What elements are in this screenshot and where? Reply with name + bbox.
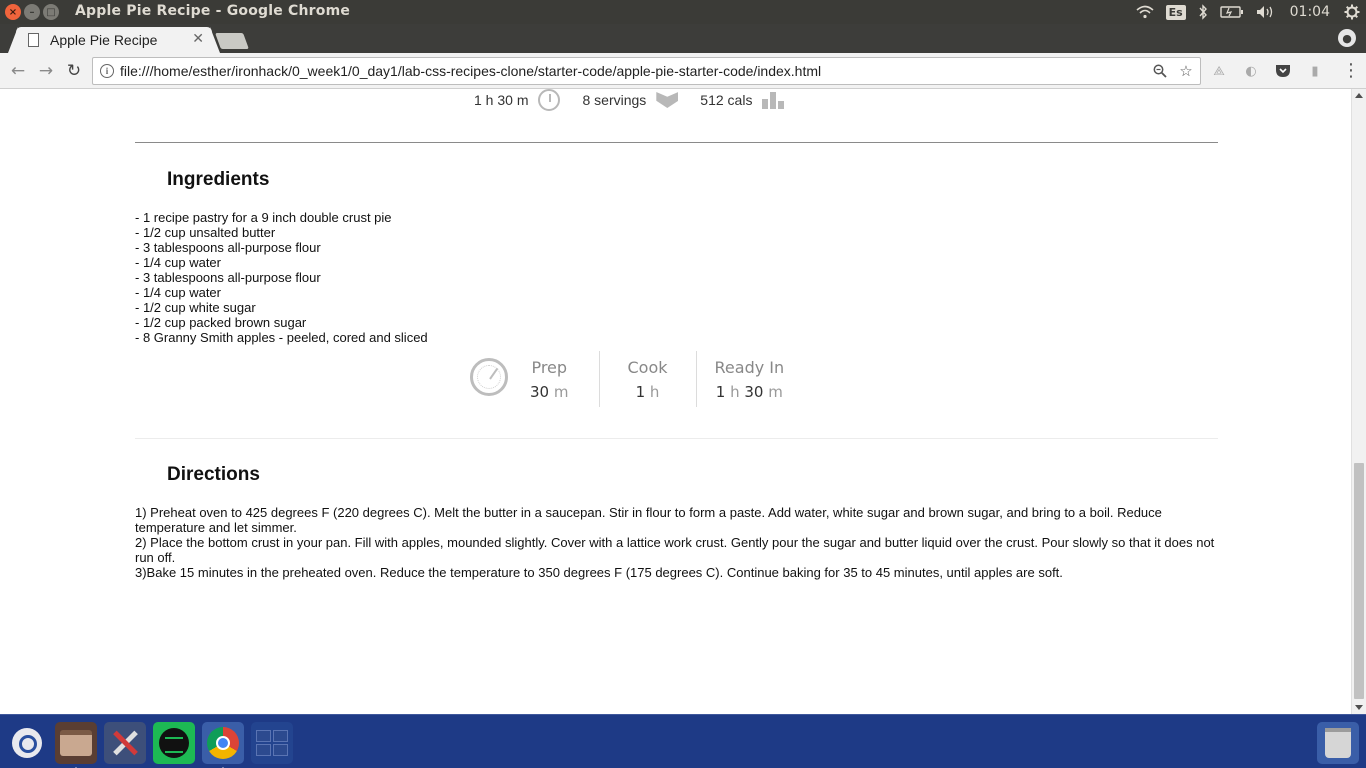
prep-number: 30	[530, 382, 550, 401]
window-titlebar: × – □ Apple Pie Recipe - Google Chrome E…	[0, 0, 1366, 24]
scroll-thumb[interactable]	[1354, 463, 1364, 699]
tab-title: Apple Pie Recipe	[50, 32, 158, 48]
volume-icon[interactable]	[1250, 0, 1282, 24]
window-controls: × – □	[5, 4, 59, 20]
ready-minutes-unit: m	[768, 382, 783, 401]
divider	[135, 438, 1218, 439]
chrome-icon[interactable]	[202, 722, 244, 768]
scroll-up-arrow-icon[interactable]	[1355, 93, 1363, 98]
back-arrow-icon[interactable]: ←	[7, 60, 29, 82]
profile-icon[interactable]: ●	[1338, 29, 1356, 47]
tab-strip: Apple Pie Recipe ✕ ●	[0, 24, 1366, 53]
keyboard-layout-indicator[interactable]: Es	[1160, 0, 1192, 24]
system-tray: Es 01:04	[1130, 0, 1366, 24]
cook-label: Cook	[627, 357, 668, 377]
direction-step: 3)Bake 15 minutes in the preheated oven.…	[135, 565, 1063, 580]
wifi-icon[interactable]	[1130, 0, 1160, 24]
list-item: - 3 tablespoons all-purpose flour	[135, 240, 321, 255]
pocket-icon[interactable]	[1272, 60, 1294, 82]
trash-icon[interactable]	[1317, 722, 1359, 764]
workspace-switcher-icon[interactable]	[251, 722, 293, 764]
keyboard-layout-label: Es	[1165, 4, 1186, 20]
servings: 8 servings	[582, 92, 647, 108]
window-minimize-icon[interactable]: –	[24, 4, 40, 20]
reload-icon[interactable]: ↻	[63, 60, 85, 82]
info-icon[interactable]: i	[100, 64, 114, 78]
address-bar[interactable]: i file:///home/esther/ironhack/0_week1/0…	[92, 57, 1201, 85]
system-tools-icon[interactable]	[104, 722, 146, 764]
ingredients-heading: Ingredients	[167, 169, 270, 190]
directions-list: 1) Preheat oven to 425 degrees F (220 de…	[135, 505, 1218, 580]
scroll-down-arrow-icon[interactable]	[1355, 705, 1363, 710]
prep-value: 30 m	[530, 383, 569, 401]
window-close-icon[interactable]: ×	[5, 4, 21, 20]
ready-hours: 1	[715, 382, 726, 401]
window-title: Apple Pie Recipe - Google Chrome	[75, 3, 351, 19]
stopwatch-icon	[470, 358, 508, 396]
cook-number: 1	[635, 382, 646, 401]
url-text[interactable]: file:///home/esther/ironhack/0_week1/0_d…	[120, 63, 821, 79]
bookmark-star-icon[interactable]: ☆	[1176, 61, 1196, 81]
list-item: - 1/4 cup water	[135, 255, 221, 270]
page-scrollbar[interactable]	[1351, 89, 1366, 714]
ready-time: Ready In 1 h 30 m	[695, 351, 803, 407]
extension-icon[interactable]: ▮	[1304, 60, 1326, 82]
page-viewport: 1 h 30 m 8 servings 512 cals Ingredients…	[0, 89, 1351, 714]
list-item: - 8 Granny Smith apples - peeled, cored …	[135, 330, 428, 345]
spotify-icon[interactable]	[153, 722, 195, 764]
list-item: - 3 tablespoons all-purpose flour	[135, 270, 321, 285]
ready-label: Ready In	[714, 357, 785, 377]
clock-icon	[538, 89, 561, 111]
list-item: - 1 recipe pastry for a 9 inch double cr…	[135, 210, 392, 225]
ready-minutes: 30	[744, 382, 764, 401]
direction-step: 2) Place the bottom crust in your pan. F…	[135, 535, 1215, 565]
list-item: - 1/2 cup white sugar	[135, 300, 256, 315]
servings-icon	[656, 90, 678, 110]
forward-arrow-icon[interactable]: →	[35, 60, 57, 82]
calories-icon	[762, 91, 785, 109]
tab-close-icon[interactable]: ✕	[192, 31, 204, 47]
list-item: - 1/2 cup packed brown sugar	[135, 315, 307, 330]
ready-value: 1 h 30 m	[716, 383, 783, 401]
clock[interactable]: 01:04	[1282, 0, 1338, 24]
page-icon	[28, 33, 39, 47]
recipe-summary: 1 h 30 m 8 servings 512 cals	[474, 89, 785, 111]
menu-dots-icon[interactable]: ⋮	[1342, 60, 1360, 81]
bluetooth-icon[interactable]	[1192, 0, 1214, 24]
gear-icon[interactable]	[1338, 0, 1366, 24]
cook-time: Cook 1 h	[598, 351, 696, 407]
calories: 512 cals	[700, 92, 753, 108]
prep-time: Prep 30 m	[530, 351, 599, 407]
directions-heading: Directions	[167, 464, 260, 485]
extension-icon[interactable]: ◐	[1240, 60, 1262, 82]
cook-unit: h	[649, 382, 660, 401]
prep-label: Prep	[531, 357, 568, 377]
prep-unit: m	[553, 382, 569, 401]
list-item: - 1/2 cup unsalted butter	[135, 225, 276, 240]
battery-icon[interactable]	[1214, 0, 1250, 24]
new-tab-button[interactable]	[215, 33, 249, 49]
recipe-times: Prep 30 m Cook 1 h Ready In 1 h 30 m	[470, 351, 802, 407]
ubuntu-dash-icon[interactable]	[6, 722, 48, 764]
app-launcher	[0, 714, 1366, 768]
zoom-icon[interactable]	[1150, 61, 1170, 81]
cook-value: 1 h	[636, 383, 660, 401]
total-time: 1 h 30 m	[474, 92, 529, 108]
ready-hours-unit: h	[730, 382, 740, 401]
list-item: - 1/4 cup water	[135, 285, 221, 300]
tab-apple-pie-recipe[interactable]: Apple Pie Recipe ✕	[8, 27, 220, 53]
ingredients-list: - 1 recipe pastry for a 9 inch double cr…	[135, 210, 428, 345]
extension-icon[interactable]: ⟁	[1208, 60, 1230, 82]
browser-toolbar: ← → ↻ i file:///home/esther/ironhack/0_w…	[0, 53, 1366, 89]
divider	[135, 142, 1218, 143]
direction-step: 1) Preheat oven to 425 degrees F (220 de…	[135, 505, 1162, 535]
window-maximize-icon[interactable]: □	[43, 4, 59, 20]
files-icon[interactable]	[55, 722, 97, 768]
